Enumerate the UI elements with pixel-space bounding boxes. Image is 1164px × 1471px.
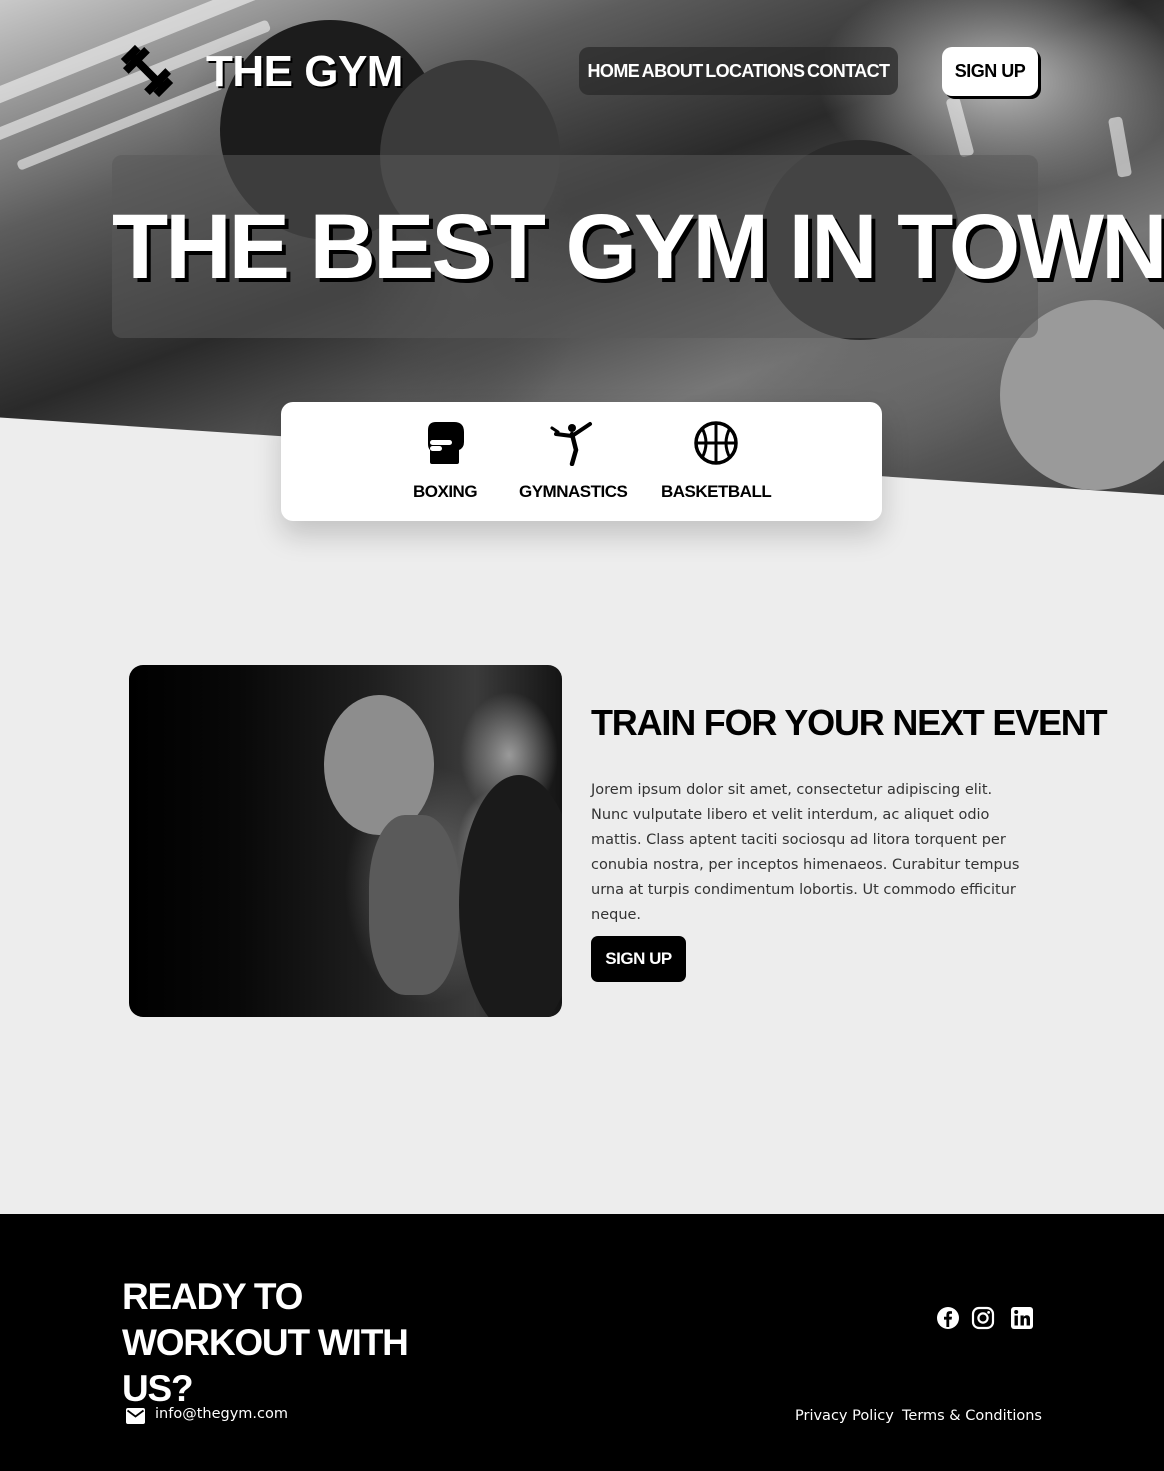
category-label: GYMNASTICS <box>519 482 628 501</box>
privacy-policy-link[interactable]: Privacy Policy <box>795 1408 894 1424</box>
boxing-glove-icon <box>428 422 465 464</box>
main-nav: HOME ABOUT LOCATIONS CONTACT <box>579 47 898 95</box>
linkedin-icon[interactable] <box>1010 1306 1034 1330</box>
category-boxing[interactable]: BOXING <box>413 420 478 502</box>
nav-home[interactable]: HOME <box>588 61 640 82</box>
category-label: BASKETBALL <box>661 482 772 501</box>
categories-card: BOXING GYMNASTICS BASKETBALL <box>281 402 882 521</box>
brand-name[interactable]: THE GYM <box>206 44 403 100</box>
instagram-icon[interactable] <box>971 1306 995 1330</box>
footer: READY TO WORKOUT WITH US? info@thegym.co… <box>0 1214 1164 1471</box>
dumbbell-icon[interactable] <box>118 42 176 100</box>
footer-title: READY TO WORKOUT WITH US? <box>122 1276 409 1409</box>
feature-title: TRAIN FOR YOUR NEXT EVENT <box>591 702 1108 743</box>
feature-description: Jorem ipsum dolor sit amet, consectetur … <box>591 782 1020 923</box>
feature-signup-button[interactable]: SIGN UP <box>591 936 686 982</box>
category-label: BOXING <box>413 482 478 501</box>
terms-link[interactable]: Terms & Conditions <box>902 1408 1042 1424</box>
facebook-icon[interactable] <box>936 1306 960 1330</box>
category-gymnastics[interactable]: GYMNASTICS <box>519 420 628 502</box>
nav-locations[interactable]: LOCATIONS <box>705 61 805 82</box>
header-signup-button[interactable]: SIGN UP <box>942 47 1038 96</box>
basketball-icon <box>694 421 738 465</box>
gymnast-kick-icon <box>550 422 593 466</box>
category-basketball[interactable]: BASKETBALL <box>661 420 772 502</box>
nav-contact[interactable]: CONTACT <box>807 61 890 82</box>
nav-about[interactable]: ABOUT <box>642 61 704 82</box>
email-link[interactable]: info@thegym.com <box>155 1406 288 1422</box>
hero-headline: THE BEST GYM IN TOWN <box>112 196 1164 298</box>
athlete-photo <box>129 665 562 1017</box>
mail-icon <box>126 1408 145 1424</box>
